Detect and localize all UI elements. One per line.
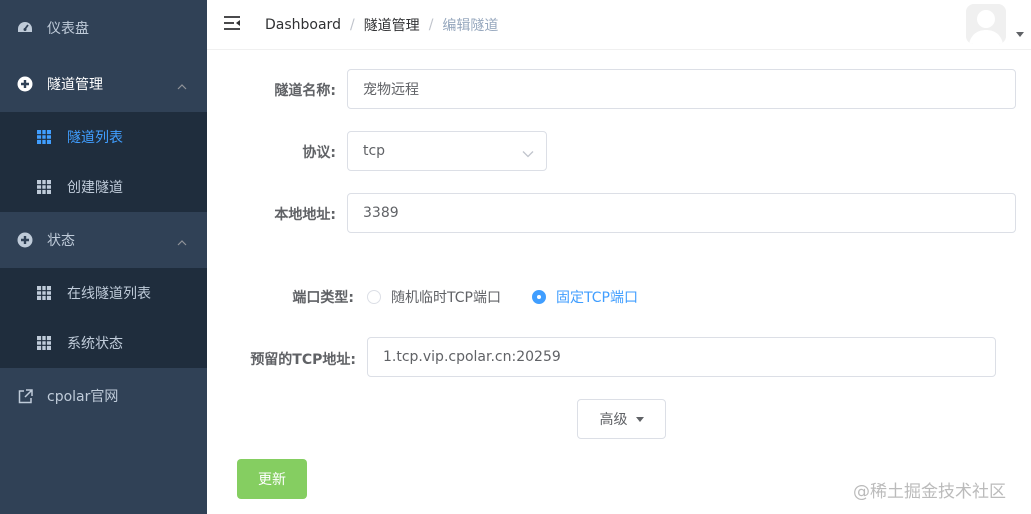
reserved-tcp-label: 预留的TCP地址: — [250, 352, 356, 368]
breadcrumb-dashboard[interactable]: Dashboard — [265, 17, 341, 33]
local-address-input[interactable]: 3389 — [347, 193, 1016, 233]
sidebar-item-online-tunnels[interactable]: 在线隧道列表 — [0, 268, 207, 318]
dashboard-icon — [17, 20, 33, 36]
grid-icon — [37, 180, 51, 194]
sidebar-item-tunnel-management[interactable]: 隧道管理 — [0, 56, 207, 112]
update-button[interactable]: 更新 — [237, 459, 307, 499]
chevron-up-icon — [177, 234, 187, 250]
local-address-value: 3389 — [363, 205, 399, 221]
tunnel-name-input[interactable]: 宠物远程 — [347, 69, 1016, 109]
caret-down-icon — [635, 416, 644, 422]
reserved-tcp-value: 1.tcp.vip.cpolar.cn:20259 — [383, 349, 561, 365]
radio-indicator — [532, 290, 546, 304]
advanced-label: 高级 — [599, 412, 628, 428]
avatar[interactable] — [966, 4, 1006, 44]
radio-label: 随机临时TCP端口 — [391, 290, 501, 306]
radio-random-port[interactable]: 随机临时TCP端口 — [367, 287, 501, 307]
chevron-down-icon — [522, 146, 534, 162]
app-root: 仪表盘 隧道管理 隧道列表 创建隧道 状态 在线隧道列表 系统状态 cpolar… — [0, 0, 1031, 514]
watermark: @稀土掘金技术社区 — [853, 482, 1006, 502]
tunnel-icon — [17, 76, 33, 92]
radio-indicator — [367, 290, 381, 304]
local-address-label: 本地地址: — [274, 207, 336, 223]
sidebar-item-label: 隧道列表 — [67, 130, 123, 146]
update-label: 更新 — [258, 472, 286, 488]
grid-icon — [37, 286, 51, 300]
caret-down-icon[interactable] — [1016, 32, 1024, 37]
sidebar-item-label: cpolar官网 — [47, 389, 119, 405]
sidebar-item-system-status[interactable]: 系统状态 — [0, 318, 207, 368]
breadcrumb-separator: / — [428, 17, 434, 33]
sidebar-item-label: 创建隧道 — [67, 180, 123, 196]
navbar: Dashboard / 隧道管理 / 编辑隧道 — [207, 0, 1031, 50]
status-icon — [17, 232, 33, 248]
reserved-tcp-input[interactable]: 1.tcp.vip.cpolar.cn:20259 — [367, 337, 996, 377]
sidebar: 仪表盘 隧道管理 隧道列表 创建隧道 状态 在线隧道列表 系统状态 cpolar… — [0, 0, 207, 514]
radio-label: 固定TCP端口 — [556, 290, 638, 306]
chevron-up-icon — [177, 78, 187, 94]
tunnel-name-label: 隧道名称: — [274, 83, 336, 99]
sidebar-item-cpolar-site[interactable]: cpolar官网 — [0, 368, 207, 424]
sidebar-item-dashboard[interactable]: 仪表盘 — [0, 0, 207, 56]
sidebar-item-label: 系统状态 — [67, 336, 123, 352]
sidebar-item-status[interactable]: 状态 — [0, 212, 207, 268]
sidebar-item-label: 在线隧道列表 — [67, 286, 151, 302]
port-type-label: 端口类型: — [292, 290, 354, 306]
breadcrumb-separator: / — [349, 17, 355, 33]
breadcrumb-edit-tunnel: 编辑隧道 — [442, 18, 499, 34]
external-link-icon — [17, 388, 33, 404]
sidebar-item-label: 仪表盘 — [47, 21, 89, 37]
sidebar-item-label: 状态 — [47, 233, 75, 249]
breadcrumb-tunnel-management[interactable]: 隧道管理 — [364, 15, 420, 35]
tunnel-name-value: 宠物远程 — [363, 82, 419, 98]
sidebar-item-create-tunnel[interactable]: 创建隧道 — [0, 162, 207, 212]
radio-fixed-port[interactable]: 固定TCP端口 — [532, 287, 638, 307]
advanced-button[interactable]: 高级 — [577, 399, 666, 439]
protocol-value: tcp — [363, 143, 386, 159]
sidebar-item-label: 隧道管理 — [47, 77, 103, 93]
grid-icon — [37, 130, 51, 144]
hamburger-icon[interactable] — [223, 15, 243, 35]
sidebar-item-tunnel-list[interactable]: 隧道列表 — [0, 112, 207, 162]
grid-icon — [37, 336, 51, 350]
protocol-label: 协议: — [302, 145, 336, 161]
protocol-select[interactable]: tcp — [347, 131, 547, 171]
breadcrumb: Dashboard / 隧道管理 / 编辑隧道 — [265, 15, 498, 35]
